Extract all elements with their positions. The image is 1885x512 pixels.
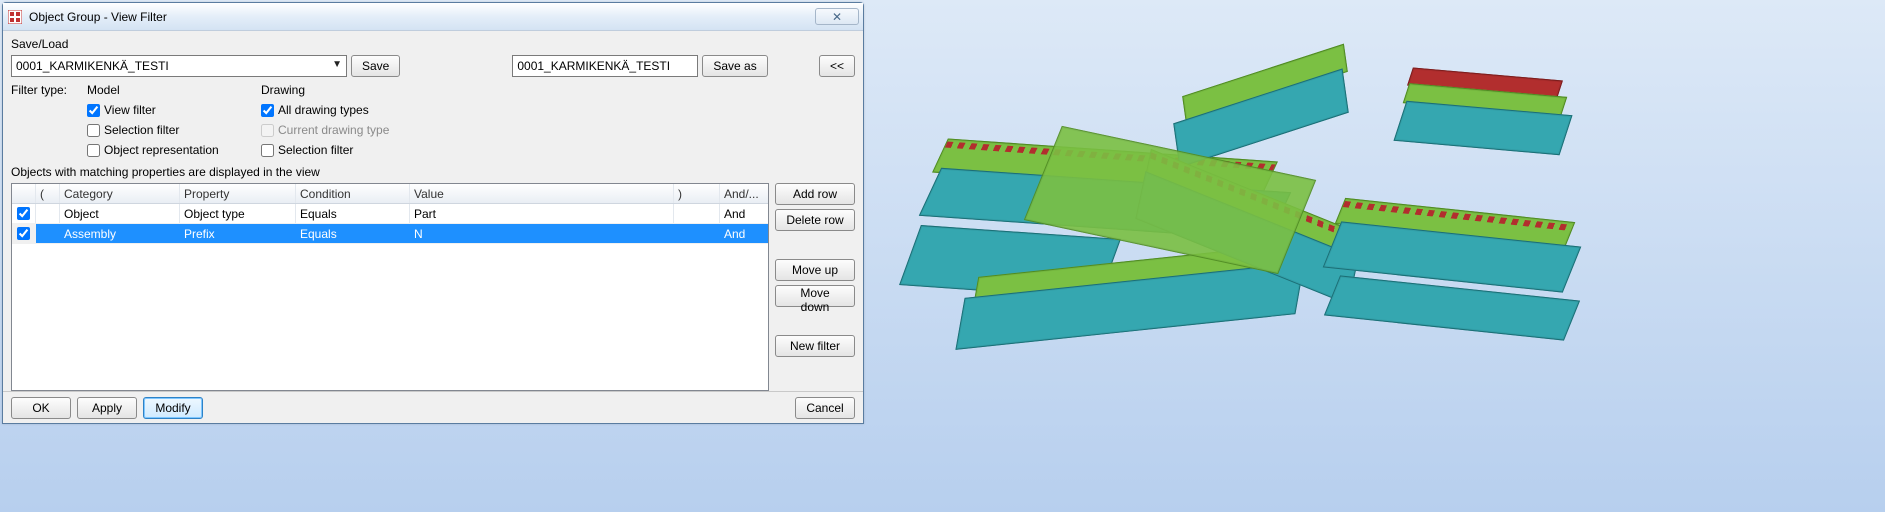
col-value[interactable]: Value xyxy=(410,184,674,203)
close-icon: ✕ xyxy=(832,10,842,24)
model-3d-view xyxy=(880,0,1885,512)
table-row[interactable]: Object Object type Equals Part And xyxy=(12,204,768,224)
preset-name-field[interactable]: 0001_KARMIKENKÄ_TESTI xyxy=(512,55,698,77)
delete-row-button[interactable]: Delete row xyxy=(775,209,855,231)
col-paren-close[interactable]: ) xyxy=(674,184,720,203)
chevron-down-icon: ▼ xyxy=(332,59,342,70)
close-button[interactable]: ✕ xyxy=(815,8,859,25)
collapse-button[interactable]: << xyxy=(819,55,855,77)
grid-header: ( Category Property Condition Value ) An… xyxy=(12,184,768,204)
view-filter-checkbox[interactable]: View filter xyxy=(87,103,261,117)
all-drawing-types-checkbox[interactable]: All drawing types xyxy=(261,103,521,117)
move-up-button[interactable]: Move up xyxy=(775,259,855,281)
preset-dropdown[interactable]: 0001_KARMIKENKÄ_TESTI ▼ xyxy=(11,55,347,77)
preset-name-value: 0001_KARMIKENKÄ_TESTI xyxy=(517,59,670,73)
drawing-selection-filter-checkbox[interactable]: Selection filter xyxy=(261,143,521,157)
saveload-row: 0001_KARMIKENKÄ_TESTI ▼ Save 0001_KARMIK… xyxy=(11,55,855,77)
row-checkbox[interactable] xyxy=(17,207,30,220)
grid-description: Objects with matching properties are dis… xyxy=(11,165,855,179)
drawing-column-label: Drawing xyxy=(261,83,521,97)
app-icon xyxy=(7,9,23,25)
col-property[interactable]: Property xyxy=(180,184,296,203)
new-filter-button[interactable]: New filter xyxy=(775,335,855,357)
col-paren-open[interactable]: ( xyxy=(36,184,60,203)
filter-type-label: Filter type: xyxy=(11,83,87,97)
rules-grid[interactable]: ( Category Property Condition Value ) An… xyxy=(11,183,769,391)
col-andor[interactable]: And/... xyxy=(720,184,769,203)
window-title: Object Group - View Filter xyxy=(29,10,815,24)
save-button[interactable]: Save xyxy=(351,55,400,77)
titlebar[interactable]: Object Group - View Filter ✕ xyxy=(3,3,863,31)
saveload-header: Save/Load xyxy=(11,35,855,53)
move-down-button[interactable]: Move down xyxy=(775,285,855,307)
table-row[interactable]: Assembly Prefix Equals N And xyxy=(12,224,768,244)
apply-button[interactable]: Apply xyxy=(77,397,137,419)
add-row-button[interactable]: Add row xyxy=(775,183,855,205)
filter-type-grid: Filter type: Model Drawing View filter A… xyxy=(11,83,855,157)
selection-filter-checkbox[interactable]: Selection filter xyxy=(87,123,261,137)
object-representation-checkbox[interactable]: Object representation xyxy=(87,143,261,157)
dialog-footer: OK Apply Modify Cancel xyxy=(3,391,863,423)
cancel-button[interactable]: Cancel xyxy=(795,397,855,419)
modify-button[interactable]: Modify xyxy=(143,397,203,419)
col-category[interactable]: Category xyxy=(60,184,180,203)
dialog-body: Save/Load 0001_KARMIKENKÄ_TESTI ▼ Save 0… xyxy=(3,31,863,391)
grid-side-buttons: Add row Delete row Move up Move down New… xyxy=(775,183,855,391)
view-filter-dialog: Object Group - View Filter ✕ Save/Load 0… xyxy=(2,2,864,424)
current-drawing-type-checkbox: Current drawing type xyxy=(261,123,521,137)
preset-dropdown-value: 0001_KARMIKENKÄ_TESTI xyxy=(16,59,169,73)
col-condition[interactable]: Condition xyxy=(296,184,410,203)
ok-button[interactable]: OK xyxy=(11,397,71,419)
save-as-button[interactable]: Save as xyxy=(702,55,767,77)
row-checkbox[interactable] xyxy=(17,227,30,240)
grid-area: ( Category Property Condition Value ) An… xyxy=(11,183,855,391)
model-column-label: Model xyxy=(87,83,261,97)
